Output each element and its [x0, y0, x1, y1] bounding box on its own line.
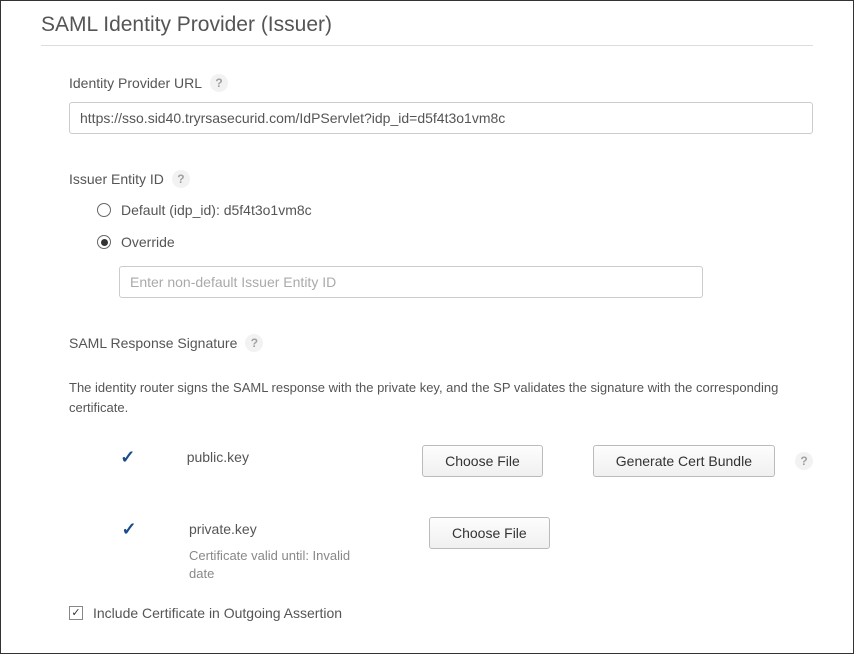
issuer-override-input[interactable]	[119, 266, 703, 298]
section-title: SAML Identity Provider (Issuer)	[41, 13, 813, 46]
help-icon[interactable]: ?	[245, 334, 263, 352]
issuer-entity-label: Issuer Entity ID	[69, 171, 164, 187]
generate-cert-bundle-button[interactable]: Generate Cert Bundle	[593, 445, 775, 477]
help-icon[interactable]: ?	[172, 170, 190, 188]
saml-identity-provider-panel: SAML Identity Provider (Issuer) Identity…	[0, 0, 854, 654]
idp-url-group: Identity Provider URL ?	[41, 74, 813, 134]
saml-signature-label: SAML Response Signature	[69, 335, 237, 351]
issuer-default-label: Default (idp_id): d5f4t3o1vm8c	[121, 202, 312, 218]
include-cert-label: Include Certificate in Outgoing Assertio…	[93, 605, 342, 621]
choose-file-button-public[interactable]: Choose File	[422, 445, 543, 477]
private-key-name: private.key	[189, 521, 257, 537]
radio-unchecked-icon	[97, 203, 111, 217]
saml-signature-description: The identity router signs the SAML respo…	[69, 378, 813, 417]
choose-file-button-private[interactable]: Choose File	[429, 517, 550, 549]
checkbox-checked-icon: ✓	[69, 606, 83, 620]
help-icon[interactable]: ?	[210, 74, 228, 92]
idp-url-label: Identity Provider URL	[69, 75, 202, 91]
issuer-override-label: Override	[121, 234, 175, 250]
public-key-row: ✓ public.key Choose File Generate Cert B…	[69, 445, 813, 477]
checkmark-icon: ✓	[121, 519, 136, 540]
cert-valid-text: Certificate valid until: Invalid date	[189, 547, 359, 583]
saml-signature-group: SAML Response Signature ? The identity r…	[41, 334, 813, 583]
radio-checked-icon	[97, 235, 111, 249]
help-icon[interactable]: ?	[795, 452, 813, 470]
checkmark-icon: ✓	[120, 447, 135, 468]
private-key-row: ✓ private.key Certificate valid until: I…	[69, 517, 813, 583]
include-cert-checkbox-row[interactable]: ✓ Include Certificate in Outgoing Assert…	[41, 605, 813, 621]
issuer-default-radio-row[interactable]: Default (idp_id): d5f4t3o1vm8c	[97, 202, 813, 218]
idp-url-input[interactable]	[69, 102, 813, 134]
issuer-entity-group: Issuer Entity ID ? Default (idp_id): d5f…	[41, 170, 813, 298]
issuer-override-radio-row[interactable]: Override	[97, 234, 813, 250]
public-key-name: public.key	[187, 449, 249, 465]
